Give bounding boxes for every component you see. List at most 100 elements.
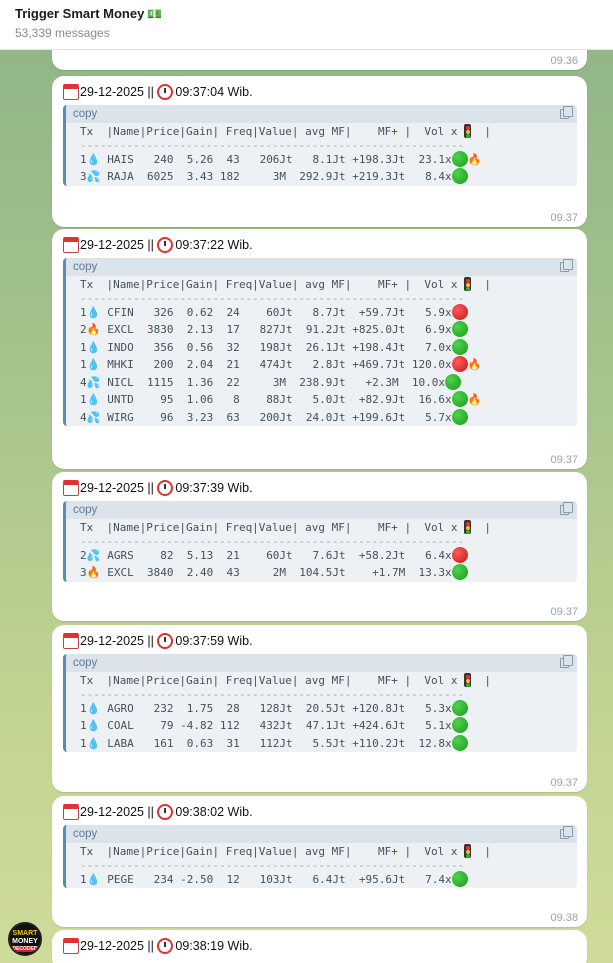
droplet-icon: 💧 <box>86 719 101 732</box>
code-block[interactable]: copy Tx |Name|Price|Gain| Freq|Value| av… <box>63 501 577 582</box>
table-divider: ----------------------------------------… <box>80 534 465 548</box>
code-block[interactable]: copy Tx |Name|Price|Gain| Freq|Value| av… <box>63 654 577 752</box>
droplet-icon: 💧 <box>86 393 101 406</box>
copy-icon[interactable] <box>560 655 573 668</box>
code-language-label: copy <box>73 657 98 669</box>
tx-count: 1 <box>80 719 87 732</box>
table-row: 1💧 HAIS 240 5.26 43 206Jt 8.1Jt +198.3Jt… <box>66 150 577 169</box>
row-values: HAIS 240 5.26 43 206Jt 8.1Jt +198.3Jt 23… <box>100 152 452 166</box>
tx-count: 1 <box>80 358 87 371</box>
row-values: INDO 356 0.56 32 198Jt 26.1Jt +198.4Jt 7… <box>100 340 452 354</box>
code-block-header: copy <box>66 501 577 519</box>
table-row: 1💧 COAL 79 -4.82 112 432Jt 47.1Jt +424.6… <box>66 717 577 735</box>
message-bubble: 29-12-2025 || 09:37:22 Wib. copy Tx |Nam… <box>52 229 587 469</box>
message-bubble: 29-12-2025 || 09:37:59 Wib. copy Tx |Nam… <box>52 625 587 792</box>
green-circle-icon <box>451 150 468 167</box>
code-language-label: copy <box>73 261 98 273</box>
row-values: UNTD 95 1.06 8 88Jt 5.0Jt +82.9Jt 16.6x <box>100 393 452 406</box>
message-date: 29-12-2025 <box>80 634 144 648</box>
calendar-icon <box>63 938 79 954</box>
traffic-light-icon <box>464 844 472 858</box>
message-clock: 09:37:22 Wib. <box>175 238 253 252</box>
message-header: 29-12-2025 || 09:37:22 Wib. <box>63 237 253 253</box>
copy-icon[interactable] <box>560 259 573 272</box>
row-values: MHKI 200 2.04 21 474Jt 2.8Jt +469.7Jt 12… <box>100 358 452 371</box>
droplet-icon: 💧 <box>86 152 101 166</box>
code-block[interactable]: copy Tx |Name|Price|Gain| Freq|Value| av… <box>63 105 577 186</box>
message-date: 29-12-2025 <box>80 939 144 953</box>
row-values: RAJA 6025 3.43 182 3M 292.9Jt +219.3Jt 8… <box>100 170 452 183</box>
tx-count: 4 <box>80 410 87 424</box>
table-row: 1💧 LABA 161 0.63 31 112Jt 5.5Jt +110.2Jt… <box>66 734 577 753</box>
message-bubble: 29-12-2025 || 09:38:02 Wib. copy Tx |Nam… <box>52 796 587 927</box>
tx-count: 1 <box>80 340 87 354</box>
code-block[interactable]: copy Tx |Name|Price|Gain| Freq|Value| av… <box>63 258 577 426</box>
green-circle-icon <box>451 870 468 887</box>
code-language-label: copy <box>73 108 98 120</box>
fire-icon: 🔥 <box>467 393 482 406</box>
calendar-icon <box>63 237 79 253</box>
separator: || <box>143 481 158 495</box>
green-circle-icon <box>451 734 468 751</box>
tx-count: 3 <box>80 170 87 183</box>
tx-count: 1 <box>80 393 87 406</box>
message-date: 29-12-2025 <box>80 805 144 819</box>
traffic-light-icon <box>464 124 472 138</box>
channel-avatar[interactable]: SMART MONEY DECODED <box>8 922 42 956</box>
green-circle-icon <box>451 564 468 580</box>
table-row: 1💧 AGRO 232 1.75 28 128Jt 20.5Jt +120.8J… <box>66 699 577 718</box>
message-time: 09.36 <box>550 55 578 67</box>
row-values: CFIN 326 0.62 24 60Jt 8.7Jt +59.7Jt 5.9x <box>100 305 452 319</box>
row-values: WIRG 96 3.23 63 200Jt 24.0Jt +199.6Jt 5.… <box>100 410 452 424</box>
traffic-light-icon <box>464 277 472 291</box>
calendar-icon <box>63 804 79 820</box>
fire-icon: 🔥 <box>86 566 101 579</box>
code-block-header: copy <box>66 654 577 672</box>
red-circle-icon <box>451 546 468 563</box>
message-date: 29-12-2025 <box>80 85 144 99</box>
copy-icon[interactable] <box>560 502 573 515</box>
table-header: Tx |Name|Price|Gain| Freq|Value| avg MF|… <box>80 277 491 291</box>
code-block[interactable]: copy Tx |Name|Price|Gain| Freq|Value| av… <box>63 825 577 888</box>
message-bubble: 29-12-2025 || 09:37:04 Wib. copy Tx |Nam… <box>52 76 587 227</box>
red-circle-icon <box>451 303 468 320</box>
tx-count: 4 <box>80 375 87 389</box>
row-values: EXCL 3830 2.13 17 827Jt 91.2Jt +825.0Jt … <box>100 323 452 336</box>
message-time: 09.37 <box>550 777 578 789</box>
chat-header[interactable]: Trigger Smart Money 💵 53,339 messages <box>0 0 613 50</box>
droplet-icon: 💧 <box>86 305 101 319</box>
message-date: 29-12-2025 <box>80 481 144 495</box>
row-values: AGRO 232 1.75 28 128Jt 20.5Jt +120.8Jt 5… <box>100 701 452 715</box>
traffic-light-icon <box>464 673 472 687</box>
chat-title: Trigger Smart Money 💵 <box>15 6 163 21</box>
fire-icon: 🔥 <box>467 152 482 166</box>
alarm-clock-icon <box>157 804 174 820</box>
table-row: 1💧 PEGE 234 -2.50 12 103Jt 6.4Jt +95.6Jt… <box>66 870 577 889</box>
green-circle-icon <box>451 717 468 733</box>
table-header: Tx |Name|Price|Gain| Freq|Value| avg MF|… <box>80 520 491 534</box>
row-values: COAL 79 -4.82 112 432Jt 47.1Jt +424.6Jt … <box>100 719 452 732</box>
fire-icon: 🔥 <box>467 358 482 371</box>
table-row: 1💧 UNTD 95 1.06 8 88Jt 5.0Jt +82.9Jt 16.… <box>66 391 577 409</box>
tx-count: 1 <box>80 305 87 319</box>
row-values: NICL 1115 1.36 22 3M 238.9Jt +2.3M 10.0x <box>100 375 445 389</box>
message-clock: 09:37:39 Wib. <box>175 481 253 495</box>
row-values: PEGE 234 -2.50 12 103Jt 6.4Jt +95.6Jt 7.… <box>100 872 452 886</box>
copy-icon[interactable] <box>560 106 573 119</box>
green-circle-icon <box>451 338 468 355</box>
message-header: 29-12-2025 || 09:38:19 Wib. <box>63 938 253 954</box>
green-circle-icon <box>451 391 468 407</box>
calendar-icon <box>63 84 79 100</box>
message-bubble: 29-12-2025 || 09:38:19 Wib. <box>52 930 587 963</box>
avatar-text: MONEY <box>12 938 38 945</box>
table-row: 4💦 WIRG 96 3.23 63 200Jt 24.0Jt +199.6Jt… <box>66 408 577 427</box>
tx-count: 1 <box>80 736 87 750</box>
splash-drops-icon: 💦 <box>86 375 101 389</box>
copy-icon[interactable] <box>560 826 573 839</box>
avatar-text: DECODED <box>10 946 40 952</box>
message-header: 29-12-2025 || 09:37:39 Wib. <box>63 480 253 496</box>
separator: || <box>143 85 158 99</box>
green-circle-icon <box>451 321 468 337</box>
droplet-icon: 💧 <box>86 340 101 354</box>
message-date: 29-12-2025 <box>80 238 144 252</box>
